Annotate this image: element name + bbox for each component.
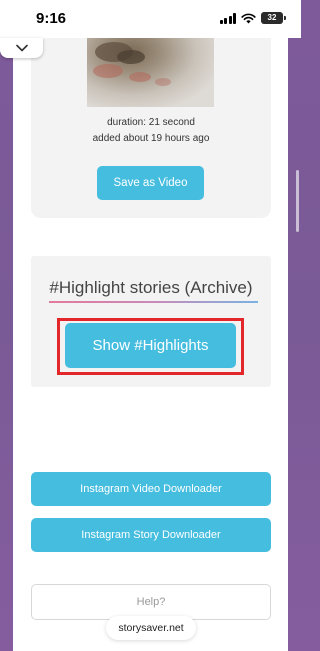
scrollbar-thumb[interactable] <box>296 170 299 232</box>
status-icons: 32 <box>219 12 286 24</box>
browser-url-bar[interactable]: storysaver.net <box>106 616 196 640</box>
help-button[interactable]: Help? <box>31 584 271 620</box>
instagram-story-downloader-link[interactable]: Instagram Story Downloader <box>31 518 271 552</box>
story-duration: duration: 21 second <box>107 117 195 128</box>
story-added-time: added about 19 hours ago <box>92 133 210 144</box>
battery-icon: 32 <box>261 12 286 24</box>
cellular-signal-icon <box>219 12 236 24</box>
save-as-video-button[interactable]: Save as Video <box>97 166 204 200</box>
highlights-title: #Highlight stories (Archive) <box>49 278 253 297</box>
status-bar: 9:16 32 <box>0 0 301 38</box>
collapse-toggle[interactable] <box>0 38 43 58</box>
chevron-down-icon <box>15 44 28 52</box>
status-time: 9:16 <box>36 10 67 27</box>
wifi-icon <box>241 13 256 23</box>
title-underline <box>49 301 258 303</box>
instagram-video-downloader-link[interactable]: Instagram Video Downloader <box>31 472 271 506</box>
show-highlights-button[interactable]: Show #Highlights <box>65 323 236 368</box>
story-thumbnail[interactable] <box>87 38 214 107</box>
